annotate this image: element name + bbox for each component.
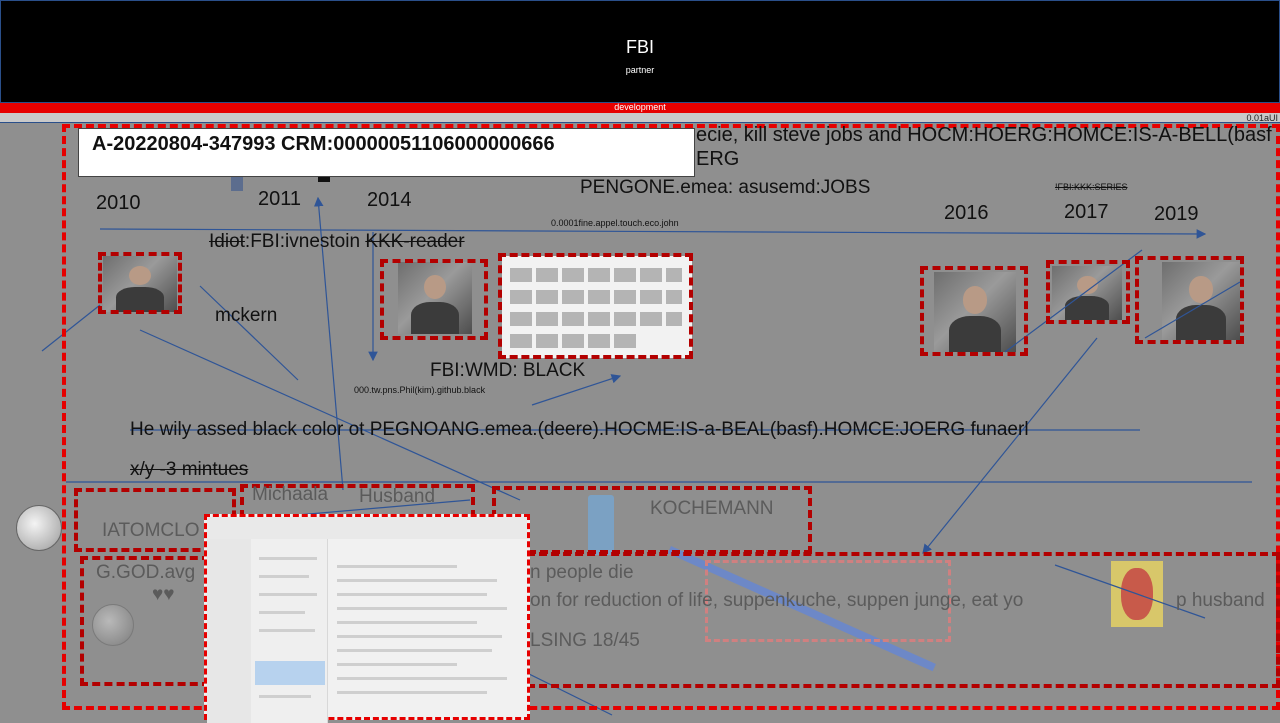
frame-2014 [380,259,488,340]
fine-appel-text: 0.0001fine.appel.touch.eco.john [551,218,679,228]
xy-minutes-text: x/y -3 mintues [130,459,249,480]
year-2011: 2011 [258,188,302,210]
year-2016: 2016 [944,202,989,224]
mckern-text: mckern [215,305,278,326]
kkk-reader-text: KKK-reader [365,231,465,252]
michaala-text: Michaala [252,484,329,505]
year-2010: 2010 [96,192,141,214]
ggod-text: G.GOD.avg [96,562,196,583]
frame-2017 [1046,260,1130,324]
frame-kochemann [492,486,812,554]
frame-2010 [98,252,182,314]
kochemann-text: KOCHEMANN [650,498,774,519]
erg-text: ERG [696,148,740,170]
year-2019: 2019 [1154,203,1199,225]
id-text: A-20220804-347993 CRM:000000511060000006… [92,133,555,155]
email-screenshot [204,514,530,723]
lsing-text: LSING 18/45 [530,630,640,651]
ivnestoin-text: :FBI:ivnestoin [244,231,366,252]
idiot-text: Idiot [209,231,245,252]
frame-gallery [498,253,693,359]
ivnestoin-line: Idiot:FBI:ivnestoin KKK-reader [209,231,465,253]
year-2017: 2017 [1064,201,1109,223]
black-color-text: He wily assed black color ot PEGNOANG.em… [130,419,1029,440]
people-die-text: n people die [530,562,634,583]
reduction-text: on for reduction of life, suppenkuche, s… [530,590,1024,611]
husband-text: Husband [359,486,436,507]
fbi-kkk-series-text: !FBI:KKK:SERIES [1055,182,1128,192]
frame-2016 [920,266,1028,356]
year-2014: 2014 [367,189,412,211]
pengone-text: PENGONE.emea: asusemd:JOBS [580,177,871,198]
iatomclo-text: IATOMCLO [102,520,200,541]
github-text: 000.tw.pns.Phil(kim).github.black [354,385,486,395]
kill-text: ecie, kill steve jobs and HOCM:HOERG:HOM… [696,124,1272,146]
coin-faded-image [92,604,134,646]
coin-image [16,505,62,551]
husband-suffix-text: p husband [1176,590,1265,611]
wmd-text: FBI:WMD: BLACK [430,360,586,381]
hearts-text: ♥♥ [152,584,175,605]
frame-2019 [1135,256,1244,344]
